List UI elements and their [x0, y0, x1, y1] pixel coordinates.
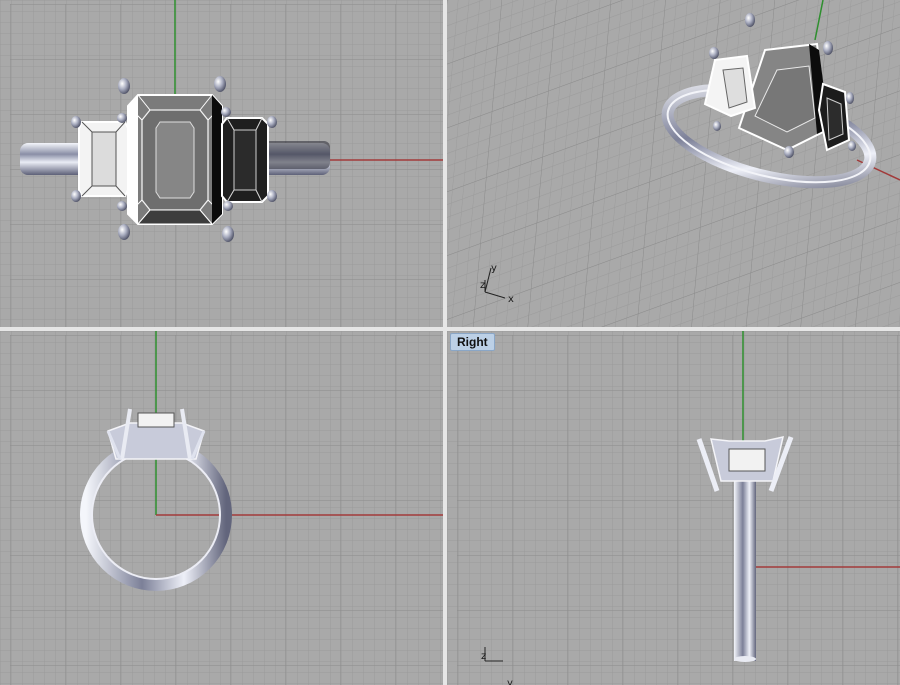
side-stone-left: [78, 121, 129, 197]
rhino-four-viewport-layout: x y z z y Right: [0, 0, 900, 685]
axis-z-label: z: [480, 280, 485, 291]
axis-y-label: y: [491, 263, 497, 274]
viewport-front-canvas[interactable]: [0, 331, 443, 685]
axis-z-label: z: [481, 651, 486, 662]
axis-y-label: y: [507, 678, 513, 685]
viewport-splitter-horizontal[interactable]: [0, 327, 900, 331]
side-stone-right: [221, 117, 269, 203]
viewport-top[interactable]: [0, 0, 443, 327]
viewport-perspective[interactable]: x y z: [447, 0, 900, 327]
ring-band-right: [734, 471, 756, 662]
viewport-front[interactable]: [0, 331, 443, 685]
viewport-right-label[interactable]: Right: [450, 333, 495, 351]
viewport-right[interactable]: z y Right: [447, 331, 900, 685]
viewport-perspective-canvas[interactable]: x y z: [447, 0, 900, 327]
viewport-splitter-vertical[interactable]: [443, 0, 447, 685]
center-stone: [127, 94, 223, 225]
axis-x-label: x: [508, 294, 514, 305]
viewport-top-canvas[interactable]: [0, 0, 443, 327]
viewport-right-canvas[interactable]: z y: [447, 331, 900, 685]
